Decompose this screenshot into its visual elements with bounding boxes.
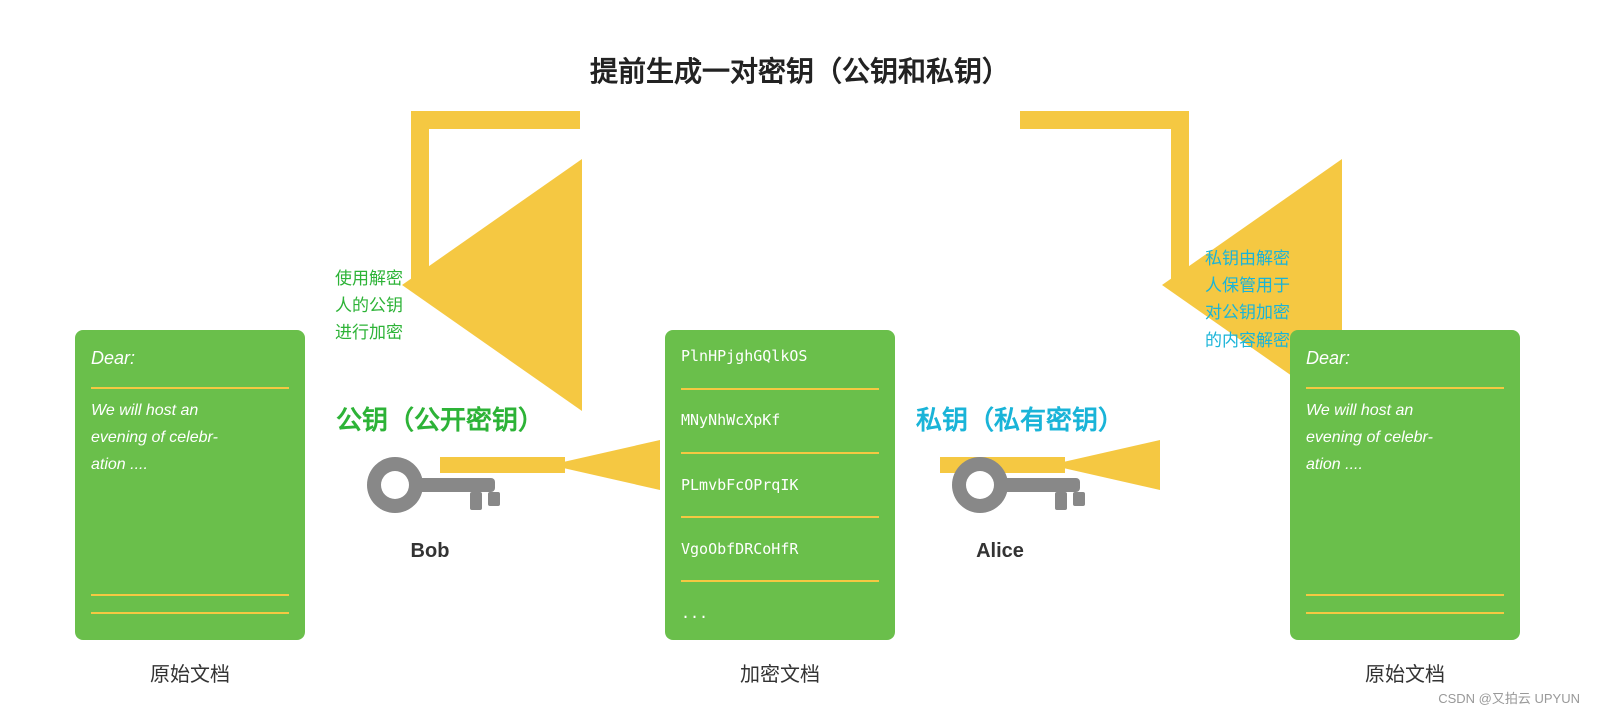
enc-sep-2 [681, 452, 879, 454]
doc-left-line1 [91, 387, 289, 389]
doc-left-line2 [91, 594, 289, 596]
main-container: 提前生成一对密钥（公钥和私钥） [0, 0, 1600, 719]
enc-line-4: VgoObfDRCoHfR [681, 537, 879, 562]
bob-label: Bob [350, 540, 510, 563]
doc-right-line2 [1306, 594, 1504, 596]
doc-right-label: 原始文档 [1290, 658, 1520, 687]
enc-sep-1 [681, 388, 879, 390]
watermark: CSDN @又拍云 UPYUN [1438, 688, 1580, 707]
alice-label: Alice [920, 540, 1080, 563]
enc-line-2: MNyNhWcXpKf [681, 408, 879, 433]
page-title: 提前生成一对密钥（公钥和私钥） [590, 50, 1010, 90]
enc-line-1: PlnHPjghGQlkOS [681, 344, 879, 369]
doc-right-line3 [1306, 612, 1504, 614]
annot-right: 私钥由解密人保管用于对公钥加密的内容解密 [1205, 245, 1290, 354]
doc-card-right: Dear: We will host anevening of celebr-a… [1290, 330, 1520, 640]
doc-right-text: We will host anevening of celebr-ation .… [1306, 397, 1504, 586]
doc-card-left: Dear: We will host anevening of celebr-a… [75, 330, 305, 640]
enc-line-3: PLmvbFcOPrqIK [681, 473, 879, 498]
public-key-label: 公钥（公开密钥） [320, 400, 560, 437]
doc-left-dear: Dear: [91, 348, 289, 369]
enc-card: PlnHPjghGQlkOS MNyNhWcXpKf PLmvbFcOPrqIK… [665, 330, 895, 640]
enc-line-5: ... [681, 601, 708, 626]
doc-left-text: We will host anevening of celebr-ation .… [91, 397, 289, 586]
enc-sep-3 [681, 516, 879, 518]
doc-right-line1 [1306, 387, 1504, 389]
private-key-label: 私钥（私有密钥） [900, 400, 1140, 437]
doc-left-label: 原始文档 [75, 658, 305, 687]
enc-label: 加密文档 [665, 658, 895, 687]
annot-left: 使用解密人的公钥进行加密 [335, 265, 403, 347]
enc-sep-4 [681, 580, 879, 582]
doc-left-line3 [91, 612, 289, 614]
diagram-area: Dear: We will host anevening of celebr-a… [20, 110, 1580, 690]
doc-right-dear: Dear: [1306, 348, 1504, 369]
